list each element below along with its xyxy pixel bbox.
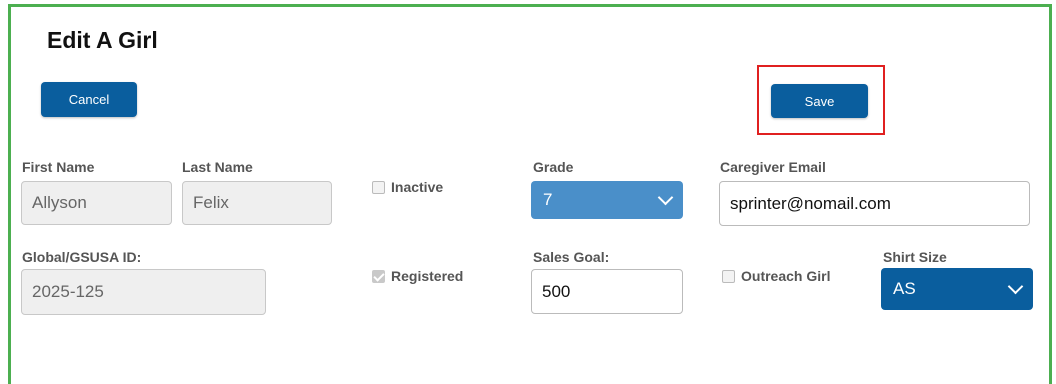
shirt-size-value: AS [893, 279, 916, 298]
chevron-down-icon [1007, 278, 1024, 295]
cancel-button[interactable]: Cancel [41, 82, 137, 117]
outreach-girl-checkbox-group[interactable]: Outreach Girl [722, 268, 830, 284]
global-id-label: Global/GSUSA ID: [22, 249, 142, 265]
last-name-input[interactable]: Felix [182, 181, 332, 225]
registered-checkbox[interactable] [372, 269, 385, 283]
sales-goal-label: Sales Goal: [533, 249, 610, 265]
first-name-label: First Name [22, 159, 95, 175]
global-id-input[interactable]: 2025-125 [21, 269, 266, 315]
outreach-girl-checkbox[interactable] [722, 269, 735, 283]
caregiver-email-input[interactable]: sprinter@nomail.com [719, 181, 1030, 226]
outreach-girl-label: Outreach Girl [741, 268, 831, 284]
grade-value: 7 [543, 190, 553, 209]
registered-checkbox-group[interactable]: Registered [372, 268, 463, 284]
registered-label: Registered [391, 268, 464, 284]
shirt-size-select[interactable]: AS [881, 268, 1033, 310]
sales-goal-input[interactable]: 500 [531, 269, 683, 314]
page-title: Edit A Girl [47, 27, 158, 53]
chevron-down-icon [657, 189, 674, 206]
inactive-label: Inactive [391, 179, 444, 195]
shirt-size-label: Shirt Size [883, 249, 947, 265]
grade-label: Grade [533, 159, 574, 175]
save-button[interactable]: Save [771, 84, 868, 118]
caregiver-email-label: Caregiver Email [720, 159, 826, 175]
grade-select[interactable]: 7 [531, 181, 683, 219]
last-name-label: Last Name [182, 159, 253, 175]
inactive-checkbox-group[interactable]: Inactive [372, 179, 443, 195]
first-name-input[interactable]: Allyson [21, 181, 172, 225]
inactive-checkbox[interactable] [372, 180, 385, 194]
